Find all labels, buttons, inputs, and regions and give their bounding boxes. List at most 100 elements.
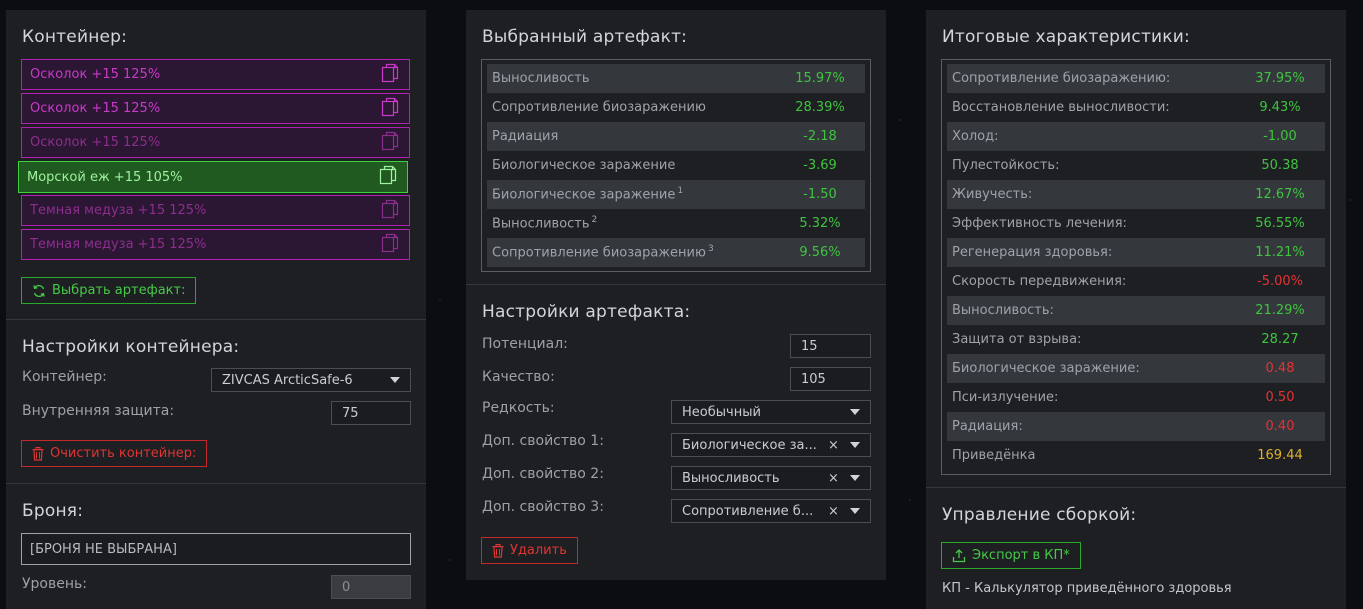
stat-name: Сопротивление биозаражению: <box>952 71 1170 86</box>
stat-footnote-marker: 3 <box>707 244 714 255</box>
total-stat-row: Защита от взрыва: 28.27 <box>947 325 1325 354</box>
quality-input[interactable]: 105 <box>790 367 871 391</box>
build-title: Управление сборкой: <box>942 505 1137 525</box>
footnote: КП - Калькулятор приведённого здоровья <box>942 581 1232 596</box>
armor-title: Броня: <box>22 501 84 521</box>
stat-value: 0.40 <box>1265 419 1295 434</box>
copy-icon[interactable] <box>377 164 399 190</box>
container-label: Контейнер: <box>22 369 107 385</box>
stat-name: Регенерация здоровья: <box>952 245 1112 260</box>
container-select-value: ZIVCAS ArcticSafe-6 <box>222 372 353 388</box>
container-slot[interactable]: Морской еж +15 105% <box>18 161 408 193</box>
stat-value: 21.29% <box>1255 303 1305 318</box>
copy-icon[interactable] <box>379 198 401 224</box>
stat-name: Живучесть: <box>952 187 1032 202</box>
stat-name-text: Приведёнка <box>952 448 1036 463</box>
container-select[interactable]: ZIVCAS ArcticSafe-6 <box>211 368 411 392</box>
stat-value: -1.00 <box>1263 129 1297 144</box>
artifact-stat-row: Сопротивление биозаражению 28.39% <box>487 93 865 122</box>
container-slot-label: Осколок +15 125% <box>30 135 161 150</box>
stat-value: 169.44 <box>1257 448 1303 463</box>
refresh-icon <box>33 284 45 297</box>
stat-name: Восстановление выносливости: <box>952 100 1170 115</box>
trash-icon <box>32 446 44 461</box>
stat-name-text: Радиация <box>492 129 559 144</box>
armor-level-label: Уровень: <box>22 576 87 592</box>
stat-name-text: Выносливость <box>492 216 590 232</box>
stat-name: Радиация <box>492 129 558 144</box>
stat-name: Биологическое заражение: <box>952 361 1140 376</box>
clear-icon[interactable]: × <box>828 471 839 486</box>
stat-name: Сопротивление биозаражению <box>492 100 706 115</box>
quality-label: Качество: <box>482 369 555 385</box>
extra2-select-value: Выносливость <box>682 470 780 486</box>
inner-protection-input[interactable]: 75 <box>331 401 411 425</box>
extra1-label: Доп. свойство 1: <box>482 433 604 449</box>
stat-name-text: Регенерация здоровья: <box>952 245 1113 260</box>
artifact-stat-row: Сопротивление биозаражению 3 9.56% <box>487 238 865 267</box>
chevron-down-icon <box>850 508 860 514</box>
extra2-select[interactable]: Выносливость × <box>671 466 871 490</box>
stat-value: -1.50 <box>803 187 837 202</box>
potential-label: Потенциал: <box>482 336 568 352</box>
container-slot-label: Морской еж +15 105% <box>27 169 183 185</box>
container-slot[interactable]: Темная медуза +15 125% <box>21 195 410 226</box>
copy-icon[interactable] <box>379 96 401 122</box>
stat-value: -5.00% <box>1257 274 1303 289</box>
total-stat-row: Регенерация здоровья: 11.21% <box>947 238 1325 267</box>
copy-icon[interactable] <box>379 62 401 88</box>
clear-icon[interactable]: × <box>828 438 839 453</box>
stat-name: Пулестойкость: <box>952 158 1059 173</box>
stat-value: 11.21% <box>1255 245 1305 260</box>
chevron-down-icon <box>850 409 860 415</box>
export-icon <box>952 548 966 562</box>
container-slot[interactable]: Темная медуза +15 125% <box>21 229 410 260</box>
clear-container-button[interactable]: Очистить контейнер: <box>21 440 208 467</box>
rarity-select[interactable]: Необычный <box>671 400 871 424</box>
select-artifact-button[interactable]: Выбрать артефакт: <box>21 277 197 304</box>
container-slot[interactable]: Осколок +15 125% <box>21 59 410 90</box>
select-artifact-label: Выбрать артефакт: <box>52 283 186 298</box>
potential-input[interactable]: 15 <box>790 334 871 358</box>
totals-panel: Итоговые характеристики: Сопротивление б… <box>926 10 1346 609</box>
stat-name: Сопротивление биозаражению 3 <box>492 244 714 260</box>
extra2-label: Доп. свойство 2: <box>482 466 604 482</box>
stat-name-text: Защита от взрыва: <box>952 332 1082 347</box>
copy-icon[interactable] <box>379 130 401 156</box>
delete-artifact-button[interactable]: Удалить <box>481 537 578 564</box>
armor-field[interactable]: [БРОНЯ НЕ ВЫБРАНА] <box>21 533 411 565</box>
stat-value: 50.38 <box>1261 158 1299 173</box>
artifact-stat-row: Биологическое заражение 1 -1.50 <box>487 180 865 209</box>
stat-value: -3.69 <box>803 158 837 173</box>
extra3-select[interactable]: Сопротивление б... × <box>671 499 871 523</box>
stat-value: 15.97% <box>795 71 845 86</box>
clear-icon[interactable]: × <box>828 504 839 519</box>
stat-value: 9.43% <box>1259 100 1301 115</box>
stat-name: Выносливость 2 <box>492 215 597 231</box>
container-slot-label: Темная медуза +15 125% <box>30 237 207 252</box>
container-panel: Контейнер: Осколок +15 125% Осколок +15 1… <box>6 10 426 609</box>
divider <box>926 487 1346 488</box>
export-button[interactable]: Экспорт в КП* <box>941 542 1081 569</box>
extra1-select[interactable]: Биологическое за... × <box>671 433 871 457</box>
stat-name: Скорость передвижения: <box>952 274 1126 289</box>
stat-name-text: Восстановление выносливости: <box>952 100 1170 115</box>
total-stat-row: Пулестойкость: 50.38 <box>947 151 1325 180</box>
total-stat-row: Радиация: 0.40 <box>947 412 1325 441</box>
stat-name: Приведёнка <box>952 448 1035 463</box>
container-slot-label: Темная медуза +15 125% <box>30 203 207 218</box>
artifact-stat-row: Выносливость 2 5.32% <box>487 209 865 238</box>
artifact-stat-row: Радиация -2.18 <box>487 122 865 151</box>
container-slot[interactable]: Осколок +15 125% <box>21 127 410 158</box>
artifact-stat-row: Выносливость 15.97% <box>487 64 865 93</box>
chevron-down-icon <box>850 475 860 481</box>
stat-name-text: Скорость передвижения: <box>952 274 1127 289</box>
total-stat-row: Восстановление выносливости: 9.43% <box>947 93 1325 122</box>
total-stat-row: Холод: -1.00 <box>947 122 1325 151</box>
copy-icon[interactable] <box>379 232 401 258</box>
total-stat-row: Пси-излучение: 0.50 <box>947 383 1325 412</box>
stat-name-text: Выносливость <box>492 71 590 86</box>
container-slot[interactable]: Осколок +15 125% <box>21 93 410 124</box>
armor-level-input[interactable]: 0 <box>331 575 411 599</box>
stat-name-text: Холод: <box>952 129 999 144</box>
